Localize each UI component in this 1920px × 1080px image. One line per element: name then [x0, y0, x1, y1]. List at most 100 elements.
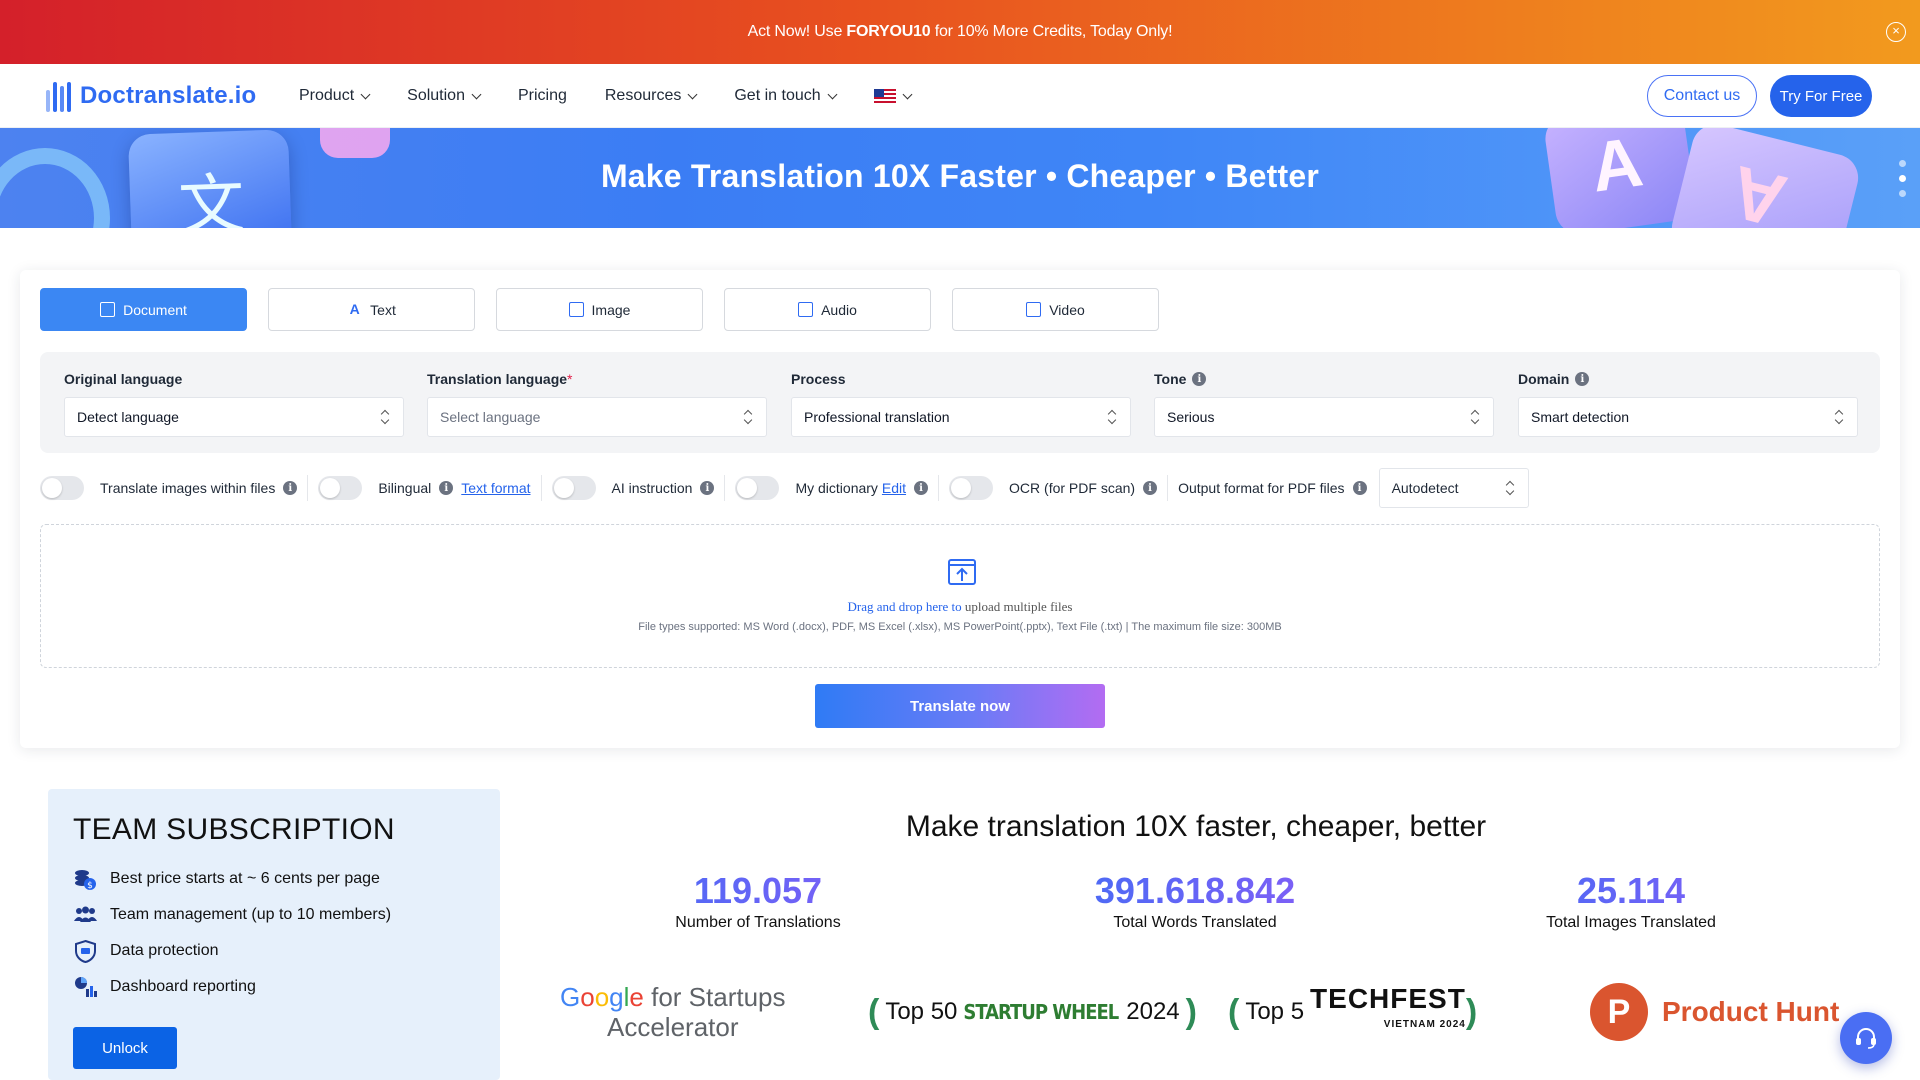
- menu-pricing[interactable]: Pricing: [518, 87, 567, 105]
- language-selector[interactable]: [873, 88, 913, 104]
- laurel-icon: ): [1185, 992, 1197, 1031]
- info-icon[interactable]: i: [1143, 481, 1158, 495]
- support-chat-button[interactable]: [1840, 1012, 1892, 1064]
- list-item: Team management (up to 10 members): [73, 897, 391, 933]
- hero-title: Make Translation 10X Faster • Cheaper • …: [600, 158, 1320, 194]
- logo-icon: [46, 80, 74, 112]
- logo-text: Doctranslate.io: [80, 82, 257, 109]
- option-my-dictionary: My dictionary Edit i: [735, 475, 940, 501]
- process-select[interactable]: Professional translation: [791, 397, 1131, 437]
- promo-text: Act Now! Use FORYOU10 for 10% More Credi…: [747, 23, 1173, 40]
- tab-text[interactable]: A Text: [268, 288, 475, 331]
- stat-label: Total Images Translated: [1546, 914, 1716, 931]
- file-drop-zone[interactable]: Drag and drop here to upload multiple fi…: [40, 524, 1880, 668]
- svg-text:$: $: [87, 881, 93, 891]
- try-for-free-button[interactable]: Try For Free: [1770, 75, 1872, 117]
- option-ocr: OCR (for PDF scan) i: [949, 475, 1169, 501]
- original-language-select[interactable]: Detect language: [64, 397, 404, 437]
- domain-select[interactable]: Smart detection: [1518, 397, 1858, 437]
- sort-arrows-icon: [1108, 410, 1116, 424]
- tone-field: Tone i Serious: [1154, 370, 1494, 437]
- menu-solution[interactable]: Solution: [407, 87, 482, 105]
- stat-value: 391.618.842: [1025, 870, 1365, 912]
- my-dictionary-toggle[interactable]: [735, 476, 780, 500]
- translation-options: Translate images within files i Bilingua…: [40, 466, 1549, 510]
- google-for-startups-logo: Google for Startups Accelerator: [560, 982, 786, 1042]
- supported-file-types: File types supported: MS Word (.docx), P…: [638, 621, 1282, 633]
- coins-icon: $: [73, 867, 98, 892]
- sort-arrows-icon: [381, 410, 389, 424]
- upload-icon: [948, 559, 976, 585]
- info-icon[interactable]: i: [914, 481, 929, 495]
- stat-label: Total Words Translated: [1113, 914, 1277, 931]
- translate-images-toggle[interactable]: [40, 476, 84, 500]
- tab-audio[interactable]: Audio: [724, 288, 931, 331]
- drop-instruction: Drag and drop here to upload multiple fi…: [847, 599, 1073, 614]
- main-menu: Product Solution Pricing Resources Get i…: [299, 64, 949, 128]
- laurel-icon: ): [1465, 992, 1478, 1031]
- tab-document[interactable]: Document: [40, 288, 247, 331]
- process-field: Process Professional translation: [791, 370, 1131, 437]
- tab-image[interactable]: Image: [496, 288, 703, 331]
- translation-language-select[interactable]: Select language: [427, 397, 767, 437]
- stat-images: 25.114 Total Images Translated: [1461, 870, 1801, 932]
- stat-words: 391.618.842 Total Words Translated: [1025, 870, 1365, 932]
- image-icon: [568, 302, 584, 317]
- mode-tabs: Document A Text Image Audio Video: [40, 288, 1159, 331]
- info-icon[interactable]: i: [1192, 372, 1207, 386]
- menu-product[interactable]: Product: [299, 87, 371, 105]
- info-icon[interactable]: i: [439, 481, 454, 495]
- decorative-bubble: [320, 128, 390, 158]
- ai-instruction-toggle[interactable]: [551, 476, 596, 500]
- hero-banner: 文 A A Make Translation 10X Faster • Chea…: [0, 128, 1920, 228]
- chevron-down-icon: [471, 89, 482, 99]
- edit-dictionary-link[interactable]: Edit: [882, 480, 906, 496]
- chevron-down-icon: [360, 89, 371, 99]
- info-icon[interactable]: i: [1352, 481, 1367, 495]
- option-output-format: Output format for PDF files i Autodetect: [1178, 468, 1539, 508]
- output-format-select[interactable]: Autodetect: [1378, 468, 1529, 508]
- audio-icon: [798, 302, 814, 317]
- product-hunt-logo: P Product Hunt: [1590, 980, 1839, 1044]
- tab-video[interactable]: Video: [952, 288, 1159, 331]
- text-format-link[interactable]: Text format: [461, 480, 530, 496]
- stat-translations: 119.057 Number of Translations: [588, 870, 928, 932]
- stat-label: Number of Translations: [675, 914, 841, 931]
- list-item: Dashboard reporting: [73, 969, 391, 1005]
- techfest-award: ( Top 5 TECHFEST VIETNAM 2024 ): [1228, 983, 1478, 1031]
- domain-field: Domain i Smart detection: [1518, 370, 1858, 437]
- carousel-dots[interactable]: [1899, 160, 1906, 197]
- team-subscription-card: TEAM SUBSCRIPTION $ Best price starts at…: [48, 789, 500, 1080]
- chevron-down-icon: [902, 89, 913, 99]
- translate-now-button[interactable]: Translate now: [815, 684, 1105, 728]
- headset-icon: [1856, 1028, 1876, 1049]
- promo-banner: Act Now! Use FORYOU10 for 10% More Credi…: [0, 0, 1920, 64]
- info-icon[interactable]: i: [1575, 372, 1590, 386]
- shield-icon: [73, 939, 98, 964]
- menu-resources[interactable]: Resources: [605, 87, 698, 105]
- list-item: Data protection: [73, 933, 391, 969]
- bilingual-toggle[interactable]: [318, 476, 363, 500]
- stat-value: 25.114: [1461, 870, 1801, 912]
- sort-arrows-icon: [1835, 410, 1843, 424]
- translation-panel: Document A Text Image Audio Video Origina…: [20, 270, 1900, 748]
- tone-select[interactable]: Serious: [1154, 397, 1494, 437]
- unlock-button[interactable]: Unlock: [73, 1027, 177, 1069]
- menu-get-in-touch[interactable]: Get in touch: [734, 87, 838, 105]
- logo[interactable]: Doctranslate.io: [46, 80, 256, 112]
- dashboard-icon: [73, 975, 98, 1000]
- info-icon[interactable]: i: [283, 481, 298, 495]
- contact-us-button[interactable]: Contact us: [1647, 75, 1757, 117]
- ocr-toggle[interactable]: [949, 476, 994, 500]
- document-icon: [100, 302, 116, 317]
- stat-value: 119.057: [588, 870, 928, 912]
- close-icon[interactable]: ×: [1886, 22, 1906, 42]
- team-subscription-title: TEAM SUBSCRIPTION: [73, 813, 395, 846]
- promo-code: FORYOU10: [846, 23, 931, 40]
- option-translate-images: Translate images within files i: [40, 475, 309, 501]
- info-icon[interactable]: i: [700, 481, 715, 495]
- translation-settings: Original language Detect language Transl…: [40, 352, 1880, 453]
- list-item: $ Best price starts at ~ 6 cents per pag…: [73, 861, 391, 897]
- option-ai-instruction: AI instruction i: [551, 475, 726, 501]
- option-bilingual: Bilingual i Text format: [318, 475, 542, 501]
